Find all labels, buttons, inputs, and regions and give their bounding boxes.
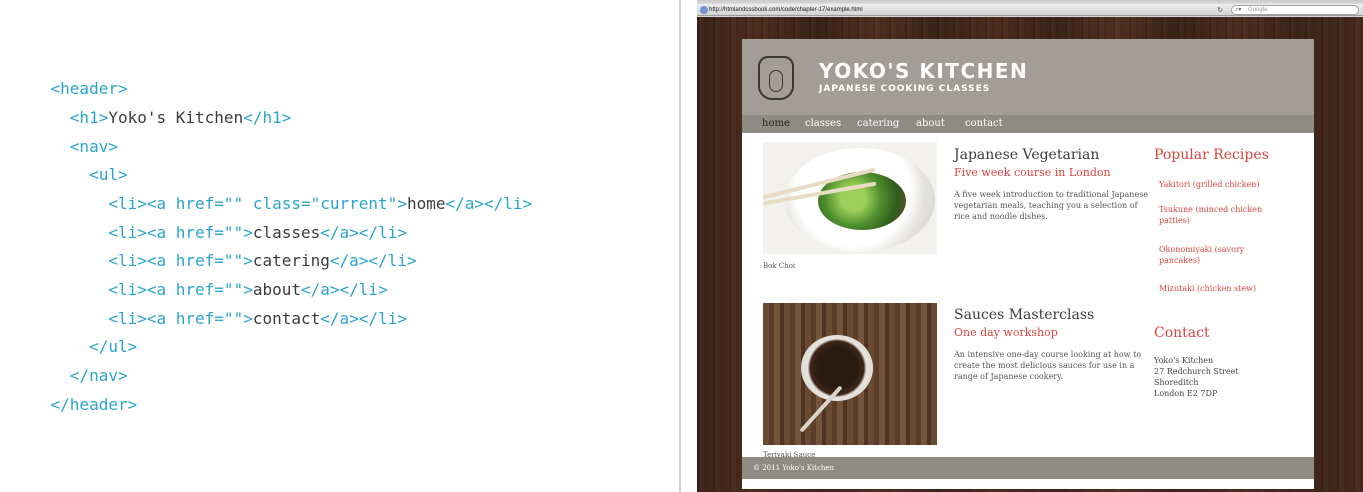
- course-subtitle: Five week course in London: [954, 166, 1111, 179]
- nav-link-catering[interactable]: catering: [857, 115, 899, 133]
- teriyaki-sauce-photo: [763, 303, 937, 445]
- search-input[interactable]: ⌕▾ Google: [1231, 5, 1359, 15]
- code-tag: </a></li>: [320, 309, 407, 328]
- site-nav: home classes catering about contact: [742, 115, 1314, 133]
- nav-link-about[interactable]: about: [916, 115, 945, 133]
- nav-link-contact[interactable]: contact: [965, 115, 1003, 133]
- course-description: An intensive one-day course looking at h…: [954, 350, 1142, 381]
- recipe-link[interactable]: Okonomiyaki (savory pancakes): [1159, 244, 1271, 266]
- globe-icon: [700, 6, 708, 14]
- browser-window: http://htmlandcssbook.com/code/chapter-1…: [697, 0, 1363, 492]
- recipe-link[interactable]: Mizutaki (chicken stew): [1159, 283, 1271, 294]
- address-line: Shoreditch: [1154, 378, 1199, 387]
- jar-label: [769, 70, 783, 92]
- code-line: <li><a href="" class="current">home</a><…: [12, 171, 532, 213]
- code-tag: </header>: [50, 395, 138, 414]
- code-line: <header>: [12, 56, 128, 98]
- code-line: </nav>: [12, 343, 128, 385]
- search-placeholder: Google: [1248, 7, 1268, 13]
- recipe-link[interactable]: Tsukune (minced chicken patties): [1159, 204, 1271, 226]
- code-tag: </h1>: [243, 108, 292, 127]
- site-header: YOKO'S KITCHEN JAPANESE COOKING CLASSES: [742, 39, 1314, 115]
- code-line: </header>: [12, 372, 138, 414]
- address-line: Yoko's Kitchen: [1154, 356, 1214, 365]
- address-line: London E2 7DP: [1154, 389, 1218, 398]
- code-line: <nav>: [12, 114, 118, 156]
- site-tagline: JAPANESE COOKING CLASSES: [819, 84, 991, 94]
- code-line: </ul>: [12, 314, 137, 356]
- code-line: <li><a href="">classes</a></li>: [12, 200, 407, 242]
- nav-link-classes[interactable]: classes: [805, 115, 841, 133]
- recipe-link[interactable]: Yakitori (grilled chicken): [1159, 179, 1271, 190]
- code-line: <h1>Yoko's Kitchen</h1>: [12, 85, 292, 127]
- code-tag: </a></li>: [445, 194, 533, 213]
- site-footer: © 2011 Yoko's Kitchen: [742, 457, 1314, 479]
- course-title: Japanese Vegetarian: [954, 147, 1100, 163]
- course-subtitle: One day workshop: [954, 326, 1058, 339]
- reload-icon[interactable]: ↻: [1215, 5, 1225, 15]
- code-text: Yoko's Kitchen: [108, 108, 244, 127]
- url-bar[interactable]: http://htmlandcssbook.com/code/chapter-1…: [709, 5, 1209, 15]
- code-panel: <header> <h1>Yoko's Kitchen</h1> <nav> <…: [0, 0, 680, 492]
- course-title: Sauces Masterclass: [954, 307, 1095, 323]
- contact-heading: Contact: [1154, 325, 1210, 341]
- course-description: A five week introduction to traditional …: [954, 190, 1149, 221]
- nav-link-home[interactable]: home: [762, 115, 790, 133]
- panel-gap: [681, 0, 697, 492]
- jar-logo-icon: [758, 56, 794, 100]
- code-line: <ul>: [12, 142, 128, 184]
- search-icon: ⌕▾: [1235, 6, 1242, 13]
- address-line: 27 Redchurch Street: [1154, 367, 1239, 376]
- bok-choi-photo: [763, 142, 937, 254]
- code-line: <li><a href="">contact</a></li>: [12, 286, 407, 328]
- page-viewport: YOKO'S KITCHEN JAPANESE COOKING CLASSES …: [697, 17, 1363, 492]
- code-text: contact: [252, 309, 321, 328]
- site-title: YOKO'S KITCHEN: [819, 59, 1029, 83]
- code-line: <li><a href="">about</a></li>: [12, 257, 387, 299]
- image-caption: Bok Choi: [763, 262, 796, 270]
- browser-toolbar: http://htmlandcssbook.com/code/chapter-1…: [697, 4, 1363, 16]
- site-wrapper: YOKO'S KITCHEN JAPANESE COOKING CLASSES …: [742, 39, 1314, 489]
- code-text: home: [406, 194, 446, 213]
- popular-recipes-heading: Popular Recipes: [1154, 147, 1269, 163]
- code-line: <li><a href="">catering</a></li>: [12, 228, 416, 270]
- footer-copyright: © 2011 Yoko's Kitchen: [753, 464, 835, 472]
